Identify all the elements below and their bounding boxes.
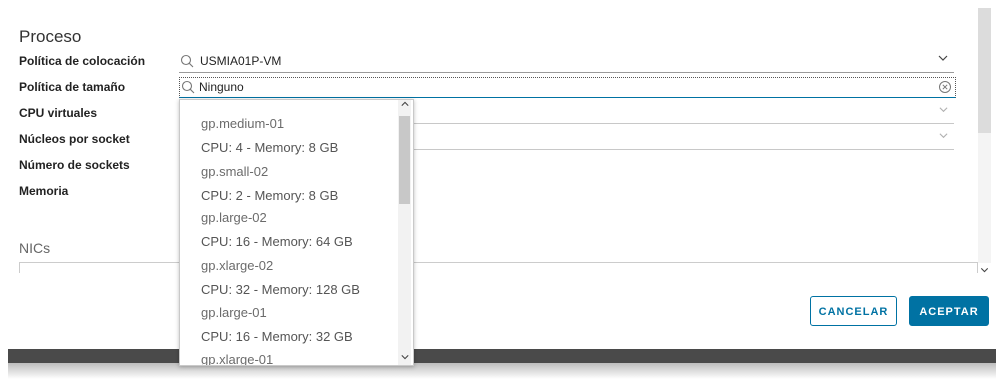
search-icon [180,54,194,68]
sizing-policy-dropdown: gp.medium-01 CPU: 4 - Memory: 8 GB gp.sm… [179,99,414,366]
dropdown-scrollbar[interactable] [398,100,411,365]
placement-policy-value: USMIA01P-VM [200,54,282,68]
vcpu-select[interactable] [409,103,954,124]
option-name: gp.xlarge-01 [201,352,274,366]
placement-policy-label: Política de colocación [19,54,146,68]
option-spec: CPU: 16 - Memory: 64 GB [201,234,353,249]
list-item[interactable]: gp.medium-01 CPU: 4 - Memory: 8 GB [201,112,338,160]
sizing-policy-input[interactable]: Ninguno [179,77,956,98]
option-spec: CPU: 4 - Memory: 8 GB [201,140,339,155]
footer-bar [8,349,996,363]
scroll-down-icon[interactable] [398,353,411,363]
ok-button[interactable]: ACEPTAR [909,296,989,326]
list-item[interactable]: gp.xlarge-02 CPU: 32 - Memory: 128 GB [201,254,360,302]
clear-circle-icon[interactable] [938,80,952,94]
placement-policy-select[interactable]: USMIA01P-VM [179,52,954,73]
cores-per-socket-label: Núcleos por socket [19,132,130,146]
list-item[interactable]: gp.large-02 CPU: 16 - Memory: 64 GB [201,206,353,254]
chevron-down-icon [939,131,948,143]
option-name: gp.small-02 [201,164,269,179]
option-name: gp.large-01 [201,305,267,320]
memory-label: Memoria [19,184,69,198]
nics-grid [19,262,978,273]
nics-title: NICs [19,240,51,256]
option-spec: CPU: 32 - Memory: 128 GB [201,282,360,297]
option-name: gp.large-02 [201,210,267,225]
footer-shadow [8,363,996,379]
list-item[interactable]: gp.large-01 CPU: 16 - Memory: 32 GB [201,301,353,349]
search-icon [181,80,195,94]
vcpu-label: CPU virtuales [19,106,98,120]
sockets-label: Número de sockets [19,158,130,172]
cancel-button[interactable]: CANCELAR [810,296,897,326]
option-name: gp.xlarge-02 [201,258,274,273]
cores-per-socket-select[interactable] [409,129,954,150]
option-spec: CPU: 16 - Memory: 32 GB [201,329,353,344]
dialog-scrollbar[interactable] [978,8,991,273]
vm-compute-dialog: Proceso Política de colocación Política … [0,0,1004,352]
scroll-down-icon[interactable] [978,266,991,277]
sizing-policy-label: Política de tamaño [19,80,126,94]
scrollbar-thumb[interactable] [399,116,410,204]
list-item[interactable]: gp.xlarge-01 [201,348,274,366]
option-name: gp.medium-01 [201,116,285,131]
sizing-policy-value: Ninguno [199,80,244,94]
scroll-up-icon[interactable] [398,100,411,110]
option-spec: CPU: 2 - Memory: 8 GB [201,188,339,203]
chevron-down-icon[interactable] [938,52,948,66]
list-item[interactable]: gp.small-02 CPU: 2 - Memory: 8 GB [201,160,338,208]
chevron-down-icon [939,105,948,117]
section-title: Proceso [19,27,82,46]
scrollbar-thumb[interactable] [978,8,991,133]
